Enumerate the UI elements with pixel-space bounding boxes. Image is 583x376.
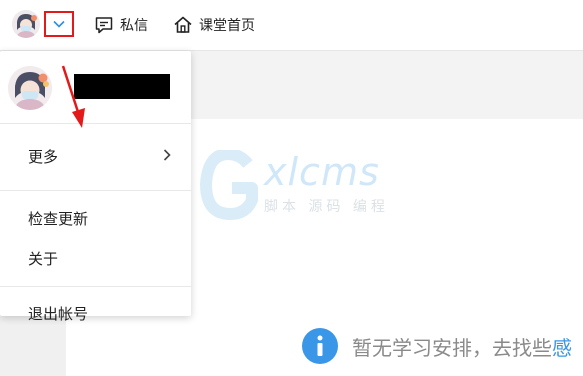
avatar-illustration-icon — [8, 66, 52, 110]
empty-state-text: 暂无学习安排，去找些 — [352, 335, 552, 360]
menu-item-label: 更多 — [28, 147, 59, 166]
menu-item-label: 退出帐号 — [28, 304, 89, 323]
watermark: xlcms 脚本 源码 编程 — [198, 150, 408, 226]
info-icon — [302, 328, 338, 364]
menu-item-label: 检查更新 — [28, 209, 89, 228]
watermark-logo-icon — [200, 150, 258, 220]
chevron-right-icon — [163, 149, 171, 161]
menu-item-logout[interactable]: 退出帐号 — [0, 293, 191, 333]
nav-label: 课堂首页 — [199, 18, 255, 34]
message-icon — [94, 15, 114, 35]
user-avatar[interactable] — [12, 10, 40, 38]
menu-item-more[interactable]: 更多 — [0, 136, 191, 176]
nav-classroom-home[interactable]: 课堂首页 — [173, 0, 255, 50]
menu-item-check-update[interactable]: 检查更新 — [0, 198, 191, 238]
menu-item-about[interactable]: 关于 — [0, 238, 191, 278]
watermark-subtitle: 脚本 源码 编程 — [264, 199, 389, 215]
menu-user-info — [0, 51, 191, 124]
top-bar: 私信 课堂首页 — [0, 0, 583, 51]
account-dropdown-menu: 更多 检查更新 关于 退出帐号 — [0, 51, 191, 323]
menu-avatar — [8, 66, 52, 110]
avatar-illustration-icon — [12, 10, 40, 38]
nav-private-message[interactable]: 私信 — [94, 0, 148, 50]
chevron-down-icon — [53, 20, 65, 28]
watermark-brand: xlcms — [264, 150, 380, 194]
menu-item-label: 关于 — [28, 249, 59, 268]
empty-state-link[interactable]: 感 — [552, 332, 572, 361]
account-dropdown-toggle[interactable] — [44, 11, 74, 37]
redacted-username — [74, 74, 170, 99]
home-icon — [173, 15, 193, 35]
empty-state: 暂无学习安排，去找些感 — [302, 326, 572, 366]
nav-label: 私信 — [120, 18, 148, 34]
